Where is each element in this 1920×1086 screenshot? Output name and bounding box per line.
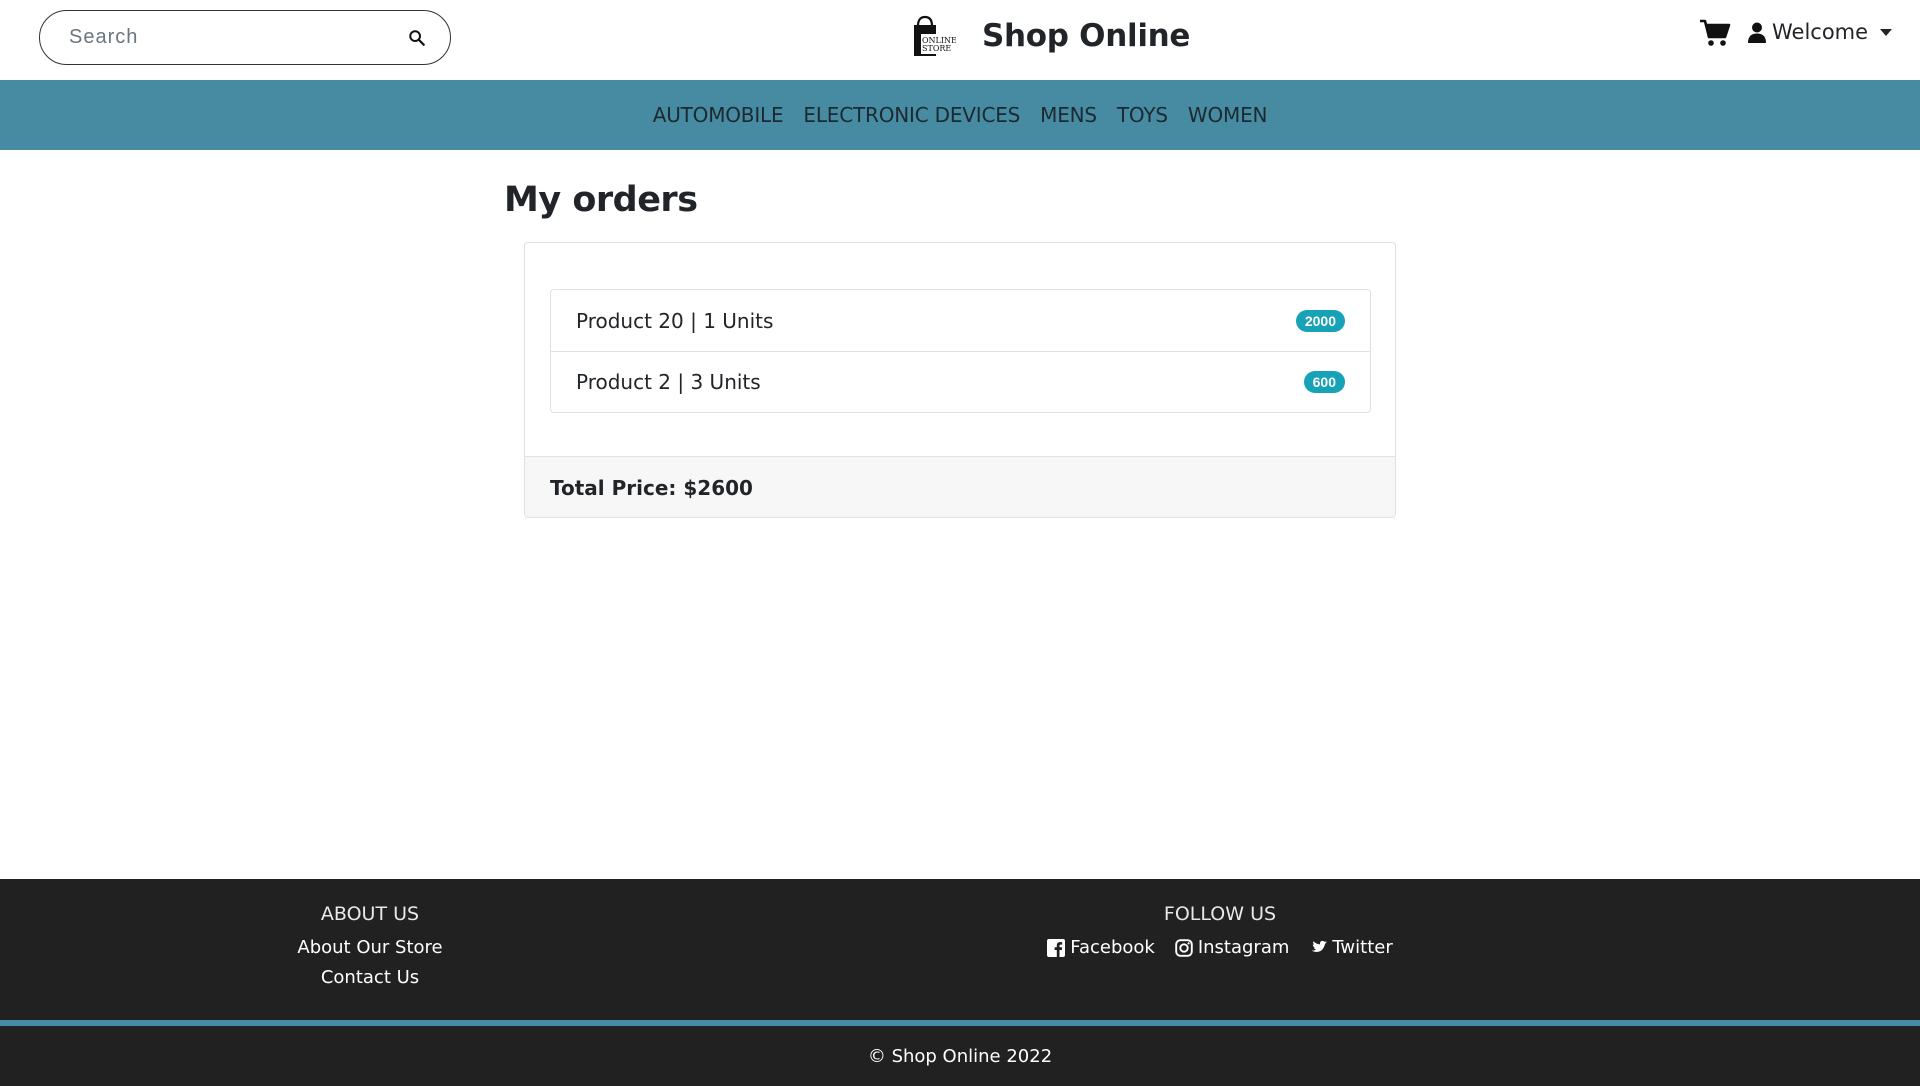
- facebook-icon: [1047, 939, 1066, 957]
- search-button[interactable]: [402, 23, 432, 53]
- nav-item-electronic-devices[interactable]: ELECTRONIC DEVICES: [803, 103, 1020, 127]
- social-links: Facebook Instagram Twitter: [1000, 933, 1440, 963]
- price-badge: 600: [1303, 371, 1345, 393]
- search-form: [39, 10, 451, 65]
- footer-follow-section: FOLLOW US Facebook Instagram Twitter: [1000, 903, 1440, 963]
- contact-us-link[interactable]: Contact Us: [290, 963, 450, 993]
- store-logo-icon: ONLINE STORE: [914, 15, 956, 56]
- nav-item-mens[interactable]: MENS: [1040, 103, 1097, 127]
- price-badge: 2000: [1295, 309, 1345, 332]
- order-item-label: Product 20 | 1 Units: [576, 308, 774, 333]
- search-input[interactable]: [69, 26, 402, 49]
- order-card-body: Product 20 | 1 Units 2000 Product 2 | 3 …: [525, 243, 1395, 457]
- footer-about-section: ABOUT US About Our Store Contact Us: [290, 903, 450, 993]
- about-store-link[interactable]: About Our Store: [290, 933, 450, 963]
- order-total: Total Price: $2600: [525, 456, 1395, 517]
- footer-about-heading: ABOUT US: [320, 903, 420, 925]
- copyright-bar: © Shop Online 2022: [0, 1026, 1920, 1086]
- facebook-label: Facebook: [1070, 937, 1155, 958]
- site-header: ONLINE STORE Shop Online Welcome: [0, 0, 1920, 80]
- user-menu-toggle[interactable]: Welcome: [1748, 20, 1893, 44]
- instagram-label: Instagram: [1197, 937, 1290, 958]
- site-footer: ABOUT US About Our Store Contact Us FOLL…: [0, 879, 1920, 1020]
- order-item-label: Product 2 | 3 Units: [576, 370, 761, 394]
- footer-follow-heading: FOLLOW US: [1163, 903, 1277, 925]
- twitter-icon: [1311, 940, 1328, 953]
- search-icon: [409, 29, 425, 46]
- instagram-link[interactable]: Instagram: [1175, 933, 1290, 963]
- nav-item-automobile[interactable]: AUTOMOBILE: [653, 103, 784, 127]
- list-item: Product 20 | 1 Units 2000: [551, 290, 1370, 351]
- twitter-label: Twitter: [1332, 937, 1393, 958]
- copyright-text: © Shop Online 2022: [867, 1045, 1053, 1067]
- brand-link[interactable]: ONLINE STORE Shop Online: [908, 14, 1190, 58]
- cart-icon[interactable]: [1699, 18, 1731, 48]
- list-item: Product 2 | 3 Units 600: [551, 351, 1370, 412]
- user-icon: [1748, 22, 1766, 43]
- order-items-list: Product 20 | 1 Units 2000 Product 2 | 3 …: [550, 289, 1371, 413]
- nav-item-women[interactable]: WOMEN: [1188, 103, 1268, 127]
- category-navbar: AUTOMOBILE ELECTRONIC DEVICES MENS TOYS …: [0, 80, 1920, 150]
- user-menu-label: Welcome: [1772, 20, 1869, 44]
- chevron-down-icon: [1880, 28, 1893, 36]
- order-card: Product 20 | 1 Units 2000 Product 2 | 3 …: [524, 242, 1396, 518]
- page-title: My orders: [504, 180, 698, 220]
- nav-item-toys[interactable]: TOYS: [1117, 103, 1168, 127]
- brand-name: Shop Online: [982, 18, 1191, 54]
- facebook-link[interactable]: Facebook: [1047, 933, 1155, 963]
- instagram-icon: [1175, 939, 1193, 957]
- twitter-link[interactable]: Twitter: [1309, 933, 1393, 963]
- logo-text-store: STORE: [922, 44, 951, 53]
